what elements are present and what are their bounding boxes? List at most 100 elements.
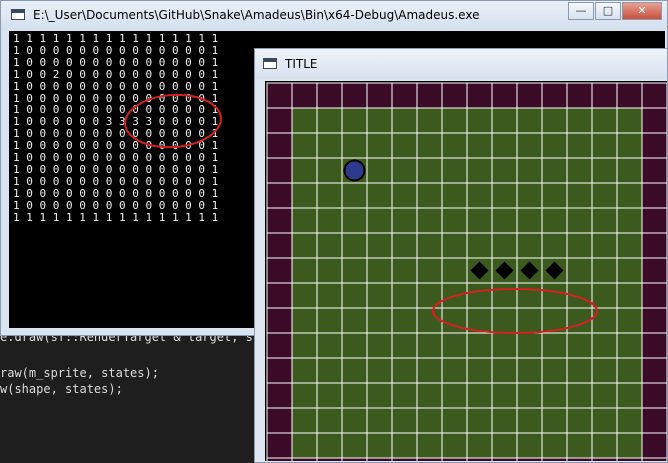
game-window: TITLE — [254, 48, 668, 463]
floor-cell — [391, 432, 418, 459]
close-button[interactable]: ✕ — [622, 2, 662, 20]
floor-cell — [316, 207, 343, 234]
floor-cell — [316, 407, 343, 434]
floor-cell — [516, 107, 543, 134]
floor-cell — [616, 232, 643, 259]
floor-cell — [466, 282, 493, 309]
floor-cell — [616, 132, 643, 159]
floor-cell — [441, 232, 468, 259]
floor-cell — [291, 407, 318, 434]
floor-cell — [391, 382, 418, 409]
wall-cell — [516, 82, 543, 109]
floor-cell — [391, 182, 418, 209]
floor-cell — [316, 157, 343, 184]
wall-cell — [641, 82, 667, 109]
floor-cell — [366, 232, 393, 259]
floor-cell — [391, 157, 418, 184]
floor-cell — [366, 182, 393, 209]
floor-cell — [466, 157, 493, 184]
floor-cell — [466, 357, 493, 384]
floor-cell — [366, 282, 393, 309]
floor-cell — [366, 257, 393, 284]
floor-cell — [441, 182, 468, 209]
floor-cell — [291, 107, 318, 134]
floor-cell — [516, 332, 543, 359]
wall-cell — [566, 82, 593, 109]
wall-cell — [266, 182, 293, 209]
floor-cell — [516, 182, 543, 209]
floor-cell — [491, 332, 518, 359]
floor-cell — [441, 107, 468, 134]
floor-cell — [366, 332, 393, 359]
floor-cell — [416, 257, 443, 284]
wall-cell — [266, 132, 293, 159]
wall-cell — [341, 457, 368, 461]
wall-cell — [341, 82, 368, 109]
floor-cell — [591, 307, 618, 334]
floor-cell — [316, 382, 343, 409]
floor-cell — [491, 207, 518, 234]
floor-cell — [491, 232, 518, 259]
game-titlebar[interactable]: TITLE — [255, 49, 667, 79]
floor-cell — [441, 357, 468, 384]
floor-cell — [316, 107, 343, 134]
wall-cell — [641, 457, 667, 461]
floor-cell — [291, 132, 318, 159]
floor-cell — [416, 432, 443, 459]
floor-cell — [366, 207, 393, 234]
floor-cell — [616, 257, 643, 284]
floor-cell — [416, 157, 443, 184]
floor-cell — [541, 357, 568, 384]
floor-cell — [516, 232, 543, 259]
wall-cell — [391, 82, 418, 109]
floor-cell — [441, 257, 468, 284]
floor-cell — [541, 332, 568, 359]
floor-cell — [541, 182, 568, 209]
wall-cell — [466, 457, 493, 461]
floor-cell — [366, 407, 393, 434]
floor-cell — [466, 382, 493, 409]
floor-cell — [616, 282, 643, 309]
floor-cell — [516, 432, 543, 459]
floor-cell — [316, 307, 343, 334]
wall-cell — [266, 257, 293, 284]
console-titlebar[interactable]: E:\_User\Documents\GitHub\Snake\Amadeus\… — [1, 1, 667, 30]
floor-cell — [516, 307, 543, 334]
floor-cell — [316, 232, 343, 259]
floor-cell — [591, 282, 618, 309]
floor-cell — [316, 332, 343, 359]
wall-cell — [541, 82, 568, 109]
floor-cell — [541, 282, 568, 309]
wall-cell — [416, 457, 443, 461]
floor-cell — [541, 207, 568, 234]
wall-cell — [641, 332, 667, 359]
wall-cell — [641, 107, 667, 134]
maximize-button[interactable]: □ — [595, 2, 621, 20]
floor-cell — [491, 357, 518, 384]
floor-cell — [341, 257, 368, 284]
floor-cell — [541, 432, 568, 459]
floor-cell — [416, 332, 443, 359]
wall-cell — [266, 307, 293, 334]
floor-cell — [341, 332, 368, 359]
floor-cell — [416, 307, 443, 334]
floor-cell — [341, 232, 368, 259]
wall-cell — [516, 457, 543, 461]
wall-cell — [266, 407, 293, 434]
wall-cell — [266, 82, 293, 109]
game-app-icon — [263, 58, 277, 69]
wall-cell — [266, 232, 293, 259]
minimize-button[interactable]: — — [568, 2, 594, 20]
floor-cell — [416, 132, 443, 159]
floor-cell — [566, 257, 593, 284]
floor-cell — [291, 382, 318, 409]
floor-cell — [491, 132, 518, 159]
floor-cell — [316, 357, 343, 384]
floor-cell — [591, 407, 618, 434]
wall-cell — [641, 282, 667, 309]
floor-cell — [316, 257, 343, 284]
floor-cell — [291, 332, 318, 359]
floor-cell — [441, 132, 468, 159]
floor-cell — [416, 107, 443, 134]
floor-cell — [591, 107, 618, 134]
